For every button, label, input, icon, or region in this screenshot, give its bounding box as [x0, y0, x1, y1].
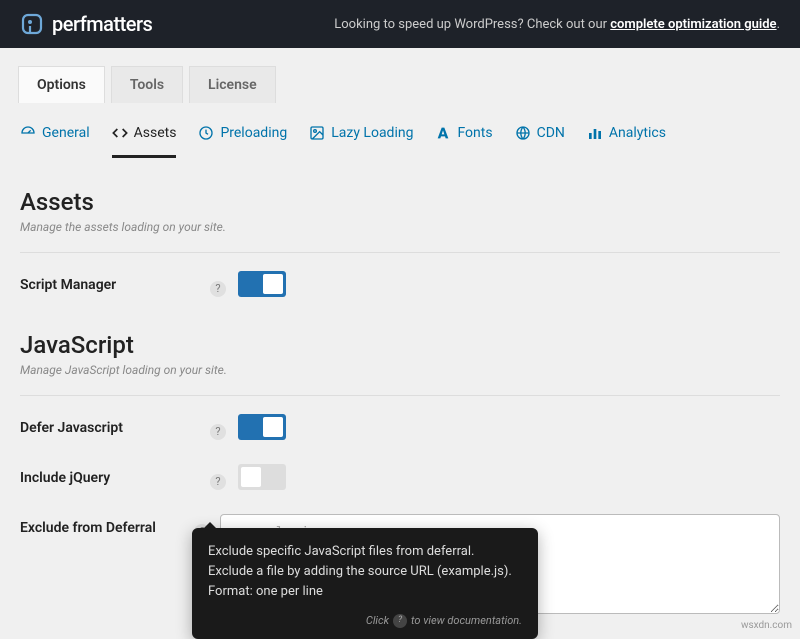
divider [20, 252, 780, 253]
help-icon[interactable]: ? [210, 281, 226, 297]
javascript-desc: Manage JavaScript loading on your site. [20, 363, 780, 377]
assets-desc: Manage the assets loading on your site. [20, 220, 780, 234]
clock-icon [198, 125, 214, 141]
help-icon[interactable]: ? [210, 474, 226, 490]
brand-logo: perfmatters [20, 12, 152, 36]
assets-title: Assets [20, 188, 780, 216]
subtab-cdn[interactable]: CDN [515, 125, 565, 158]
code-icon [112, 125, 128, 141]
help-icon[interactable]: ? [210, 424, 226, 440]
sub-tabs: General Assets Preloading Lazy Loading F… [18, 125, 800, 158]
promo-link[interactable]: complete optimization guide [610, 17, 776, 32]
tab-license[interactable]: License [189, 66, 276, 103]
header-promo: Looking to speed up WordPress? Check out… [334, 17, 780, 32]
field-include-jquery: Include jQuery ? [20, 464, 780, 490]
globe-icon [515, 125, 531, 141]
font-icon [435, 125, 451, 141]
brand-name: perfmatters [52, 12, 152, 36]
help-tooltip: Exclude specific JavaScript files from d… [192, 528, 538, 639]
help-icon: ? [393, 614, 407, 628]
defer-javascript-toggle[interactable] [238, 414, 286, 440]
divider [20, 395, 780, 396]
top-tabs: Options Tools License [18, 66, 800, 103]
subtab-preloading[interactable]: Preloading [198, 125, 287, 158]
subtab-general[interactable]: General [20, 125, 90, 158]
tab-options[interactable]: Options [18, 66, 105, 103]
include-jquery-toggle[interactable] [238, 464, 286, 490]
subtab-fonts[interactable]: Fonts [435, 125, 492, 158]
subtab-lazyloading[interactable]: Lazy Loading [309, 125, 413, 158]
field-script-manager: Script Manager ? [20, 271, 780, 297]
tooltip-body: Exclude specific JavaScript files from d… [208, 542, 522, 602]
subtab-analytics[interactable]: Analytics [587, 125, 666, 158]
tab-tools[interactable]: Tools [111, 66, 183, 103]
subtab-assets[interactable]: Assets [112, 125, 177, 158]
app-header: perfmatters Looking to speed up WordPres… [0, 0, 800, 48]
gauge-icon [20, 125, 36, 141]
tooltip-footer: Click ? to view documentation. [208, 612, 522, 629]
assets-section: Assets Manage the assets loading on your… [18, 158, 800, 297]
javascript-title: JavaScript [20, 331, 780, 359]
field-defer-javascript: Defer Javascript ? [20, 414, 780, 440]
image-icon [309, 125, 325, 141]
watermark: wsxdn.com [741, 620, 792, 631]
logo-icon [20, 12, 44, 36]
script-manager-toggle[interactable] [238, 271, 286, 297]
chart-icon [587, 125, 603, 141]
